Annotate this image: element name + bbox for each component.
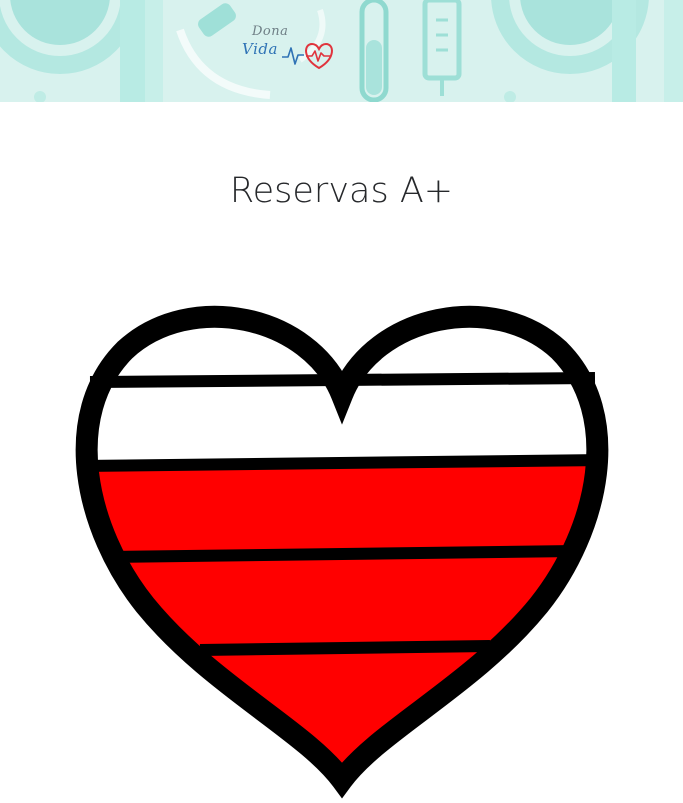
heart-fill-layers — [86, 316, 598, 780]
heartbeat-heart-icon — [282, 42, 333, 70]
reserve-level-heart-graphic — [75, 305, 609, 799]
blood-reserve-heart — [70, 290, 615, 799]
dona-vida-logo[interactable]: Dona Vida — [232, 22, 342, 78]
page-title: Reservas A+ — [229, 171, 454, 211]
header-banner: Dona Vida — [0, 0, 683, 102]
